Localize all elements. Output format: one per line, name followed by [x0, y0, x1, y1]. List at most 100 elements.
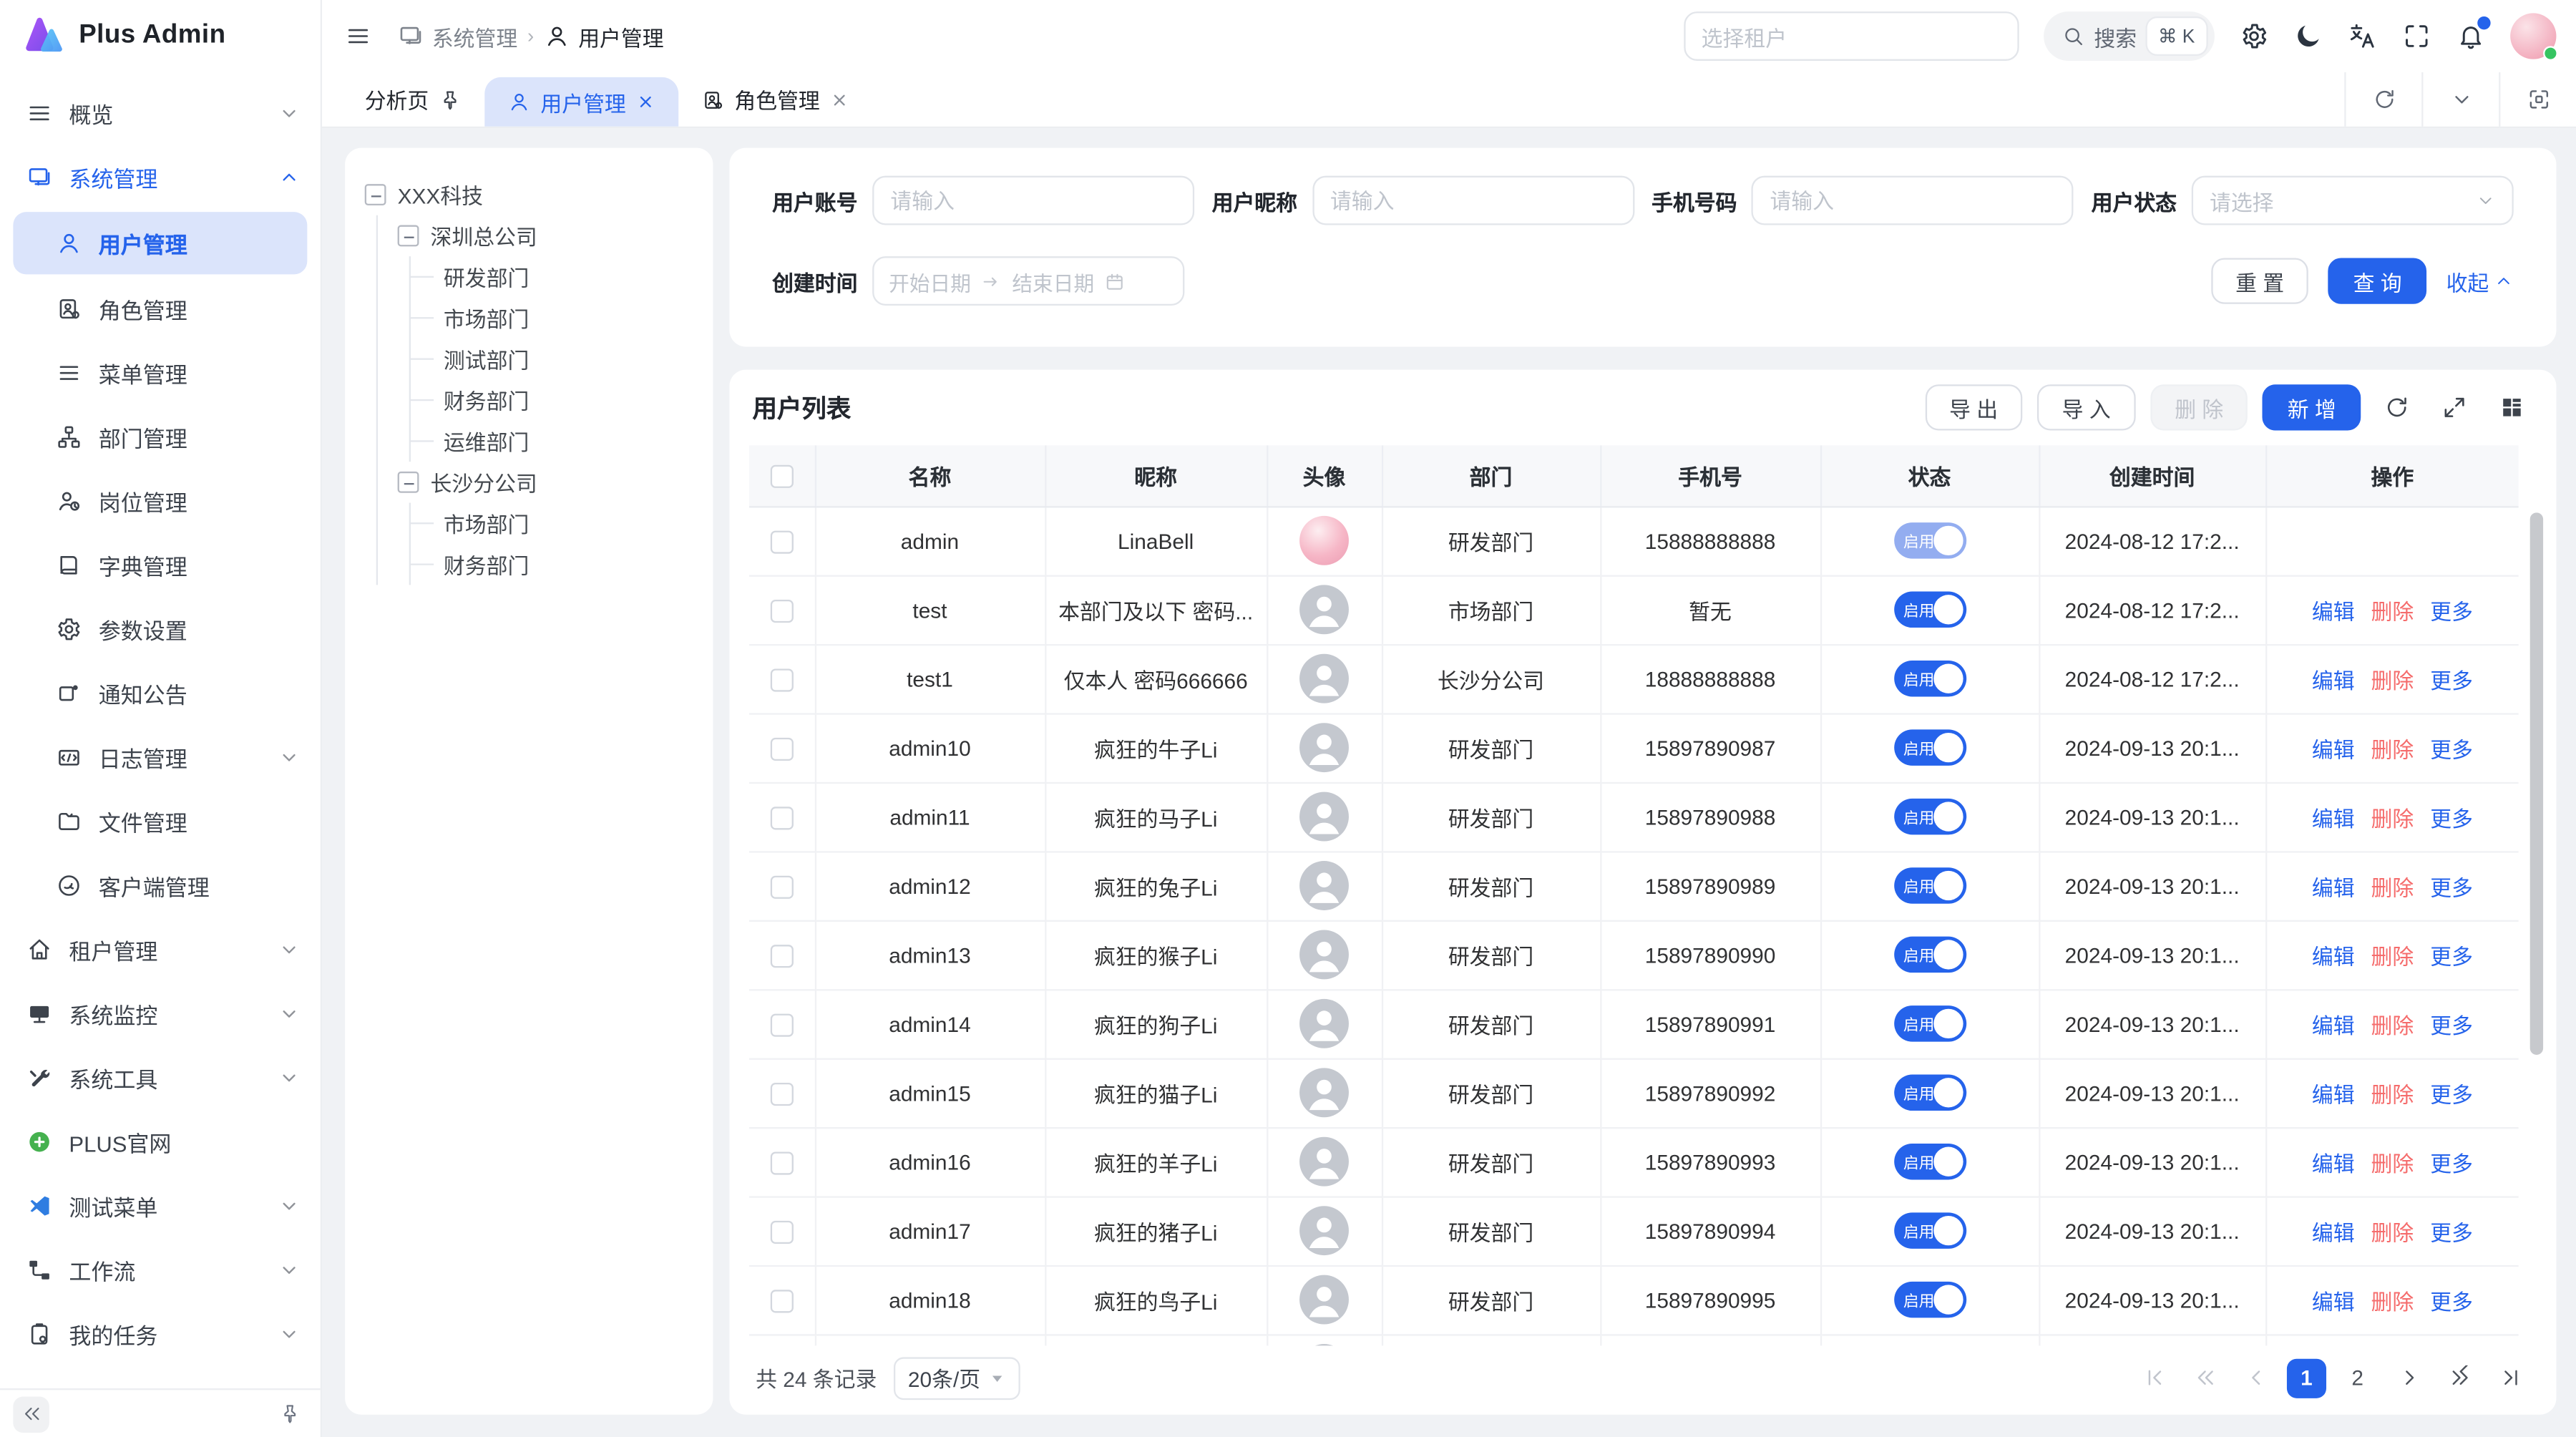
table-row[interactable]: admin12 疯狂的兔子Li 研发部门 15897890989 启用 2024… — [749, 851, 2519, 920]
page-1-button[interactable]: 1 — [2287, 1358, 2326, 1398]
tab-0[interactable]: 分析页 — [342, 72, 485, 127]
settings-button[interactable] — [2239, 21, 2268, 51]
table-row[interactable]: admin15 疯狂的猫子Li 研发部门 15897890992 启用 2024… — [749, 1058, 2519, 1127]
reset-button[interactable]: 重 置 — [2211, 258, 2309, 303]
edit-link[interactable]: 编辑 — [2312, 1220, 2355, 1244]
page-size-select[interactable]: 20条/页 — [893, 1356, 1020, 1399]
row-checkbox[interactable] — [770, 945, 793, 968]
delete-link[interactable]: 删除 — [2371, 875, 2414, 900]
sidebar-item-14[interactable]: 系统监控 — [0, 983, 321, 1045]
edit-link[interactable]: 编辑 — [2312, 1151, 2355, 1175]
content-fullscreen-button[interactable] — [2499, 72, 2576, 127]
tree-node[interactable]: 市场部门 — [431, 298, 693, 338]
tree-collapse-icon[interactable] — [365, 184, 386, 205]
edit-link[interactable]: 编辑 — [2312, 737, 2355, 761]
row-checkbox[interactable] — [770, 1220, 793, 1243]
status-toggle[interactable]: 启用 — [1893, 867, 1966, 904]
notifications-button[interactable] — [2456, 21, 2485, 51]
table-fullscreen-button[interactable] — [2433, 386, 2476, 429]
status-toggle[interactable]: 启用 — [1893, 1075, 1966, 1111]
more-link[interactable]: 更多 — [2430, 1289, 2473, 1313]
page-2-button[interactable]: 2 — [2338, 1358, 2377, 1398]
table-row[interactable]: admin17 疯狂的猪子Li 研发部门 15897890994 启用 2024… — [749, 1196, 2519, 1265]
edit-link[interactable]: 编辑 — [2312, 944, 2355, 968]
last-page-button[interactable] — [2491, 1358, 2530, 1398]
delete-link[interactable]: 删除 — [2371, 1082, 2414, 1106]
status-toggle[interactable]: 启用 — [1893, 1144, 1966, 1180]
account-input[interactable] — [872, 176, 1194, 225]
sidebar-item-20[interactable]: gitee记录 — [0, 1367, 321, 1388]
delete-link[interactable]: 删除 — [2371, 1289, 2414, 1313]
sidebar-item-15[interactable]: 系统工具 — [0, 1046, 321, 1109]
tree-node[interactable]: 研发部门 — [431, 256, 693, 297]
import-button[interactable]: 导 入 — [2037, 384, 2135, 430]
tree-node[interactable]: 测试部门 — [431, 338, 693, 379]
sidebar-item-4[interactable]: 菜单管理 — [0, 342, 321, 404]
edit-link[interactable]: 编辑 — [2312, 806, 2355, 830]
status-toggle[interactable]: 启用 — [1893, 661, 1966, 697]
delete-link[interactable]: 删除 — [2371, 1220, 2414, 1244]
tenant-select[interactable]: 选择租户 — [1683, 11, 2018, 61]
row-checkbox[interactable] — [770, 807, 793, 829]
edit-link[interactable]: 编辑 — [2312, 668, 2355, 692]
edit-link[interactable]: 编辑 — [2312, 1013, 2355, 1037]
table-row[interactable]: admin11 疯狂的马子Li 研发部门 15897890988 启用 2024… — [749, 782, 2519, 851]
more-link[interactable]: 更多 — [2430, 1220, 2473, 1244]
sidebar-item-1[interactable]: 系统管理 — [0, 146, 321, 208]
sidebar-item-3[interactable]: 角色管理 — [0, 278, 321, 340]
more-link[interactable]: 更多 — [2430, 1151, 2473, 1175]
next-page-button[interactable] — [2389, 1358, 2428, 1398]
select-all-checkbox[interactable] — [770, 465, 793, 488]
row-checkbox[interactable] — [770, 737, 793, 760]
status-toggle[interactable]: 启用 — [1893, 592, 1966, 628]
row-checkbox[interactable] — [770, 1083, 793, 1106]
tree-node[interactable]: 长沙分公司 — [398, 462, 693, 502]
sidebar-item-19[interactable]: 我的任务 — [0, 1303, 321, 1365]
sidebar-item-8[interactable]: 参数设置 — [0, 598, 321, 661]
sidebar-item-10[interactable]: 日志管理 — [0, 726, 321, 789]
more-link[interactable]: 更多 — [2430, 806, 2473, 830]
add-button[interactable]: 新 增 — [2263, 384, 2361, 430]
global-search[interactable]: 搜索 ⌘ K — [2043, 11, 2215, 61]
tree-collapse-icon[interactable] — [398, 225, 419, 247]
column-settings-button[interactable] — [2491, 386, 2534, 429]
sidebar-pin-button[interactable] — [271, 1395, 308, 1432]
delete-link[interactable]: 删除 — [2371, 668, 2414, 692]
query-button[interactable]: 查 询 — [2328, 258, 2426, 303]
tree-node[interactable]: 运维部门 — [431, 421, 693, 462]
prev-jump-button[interactable] — [2185, 1358, 2225, 1398]
delete-link[interactable]: 删除 — [2371, 806, 2414, 830]
row-checkbox[interactable] — [770, 530, 793, 553]
more-link[interactable]: 更多 — [2430, 1082, 2473, 1106]
edit-link[interactable]: 编辑 — [2312, 875, 2355, 900]
close-icon[interactable] — [830, 89, 850, 109]
table-row[interactable]: admin13 疯狂的猴子Li 研发部门 15897890990 启用 2024… — [749, 920, 2519, 989]
sidebar-item-9[interactable]: 通知公告 — [0, 662, 321, 724]
more-link[interactable]: 更多 — [2430, 875, 2473, 900]
row-checkbox[interactable] — [770, 600, 793, 623]
scrollbar-thumb[interactable] — [2530, 512, 2543, 1055]
more-link[interactable]: 更多 — [2430, 944, 2473, 968]
fullscreen-button[interactable] — [2402, 21, 2431, 51]
menu-toggle-button[interactable] — [335, 13, 381, 59]
sidebar-item-7[interactable]: 字典管理 — [0, 534, 321, 596]
sidebar-item-12[interactable]: 客户端管理 — [0, 854, 321, 917]
collapse-filter-link[interactable]: 收起 — [2446, 266, 2514, 297]
tab-menu-button[interactable] — [2421, 72, 2499, 127]
row-checkbox[interactable] — [770, 1290, 793, 1312]
sidebar-item-16[interactable]: PLUS官网 — [0, 1111, 321, 1173]
dark-mode-button[interactable] — [2293, 21, 2323, 51]
table-row[interactable]: admin10 疯狂的牛子Li 研发部门 15897890987 启用 2024… — [749, 713, 2519, 781]
tree-node[interactable]: 深圳总公司 — [398, 215, 693, 256]
status-toggle[interactable]: 启用 — [1893, 937, 1966, 973]
table-row[interactable]: admin18 疯狂的鸟子Li 研发部门 15897890995 启用 2024… — [749, 1265, 2519, 1334]
table-row[interactable]: admin16 疯狂的羊子Li 研发部门 15897890993 启用 2024… — [749, 1127, 2519, 1196]
table-scrollbar[interactable] — [2530, 510, 2545, 1339]
delete-link[interactable]: 删除 — [2371, 1151, 2414, 1175]
status-toggle[interactable]: 启用 — [1893, 729, 1966, 766]
edit-link[interactable]: 编辑 — [2312, 1082, 2355, 1106]
sidebar-item-5[interactable]: 部门管理 — [0, 406, 321, 468]
status-toggle[interactable]: 启用 — [1893, 799, 1966, 835]
export-button[interactable]: 导 出 — [1925, 384, 2023, 430]
status-toggle[interactable]: 启用 — [1893, 1282, 1966, 1318]
